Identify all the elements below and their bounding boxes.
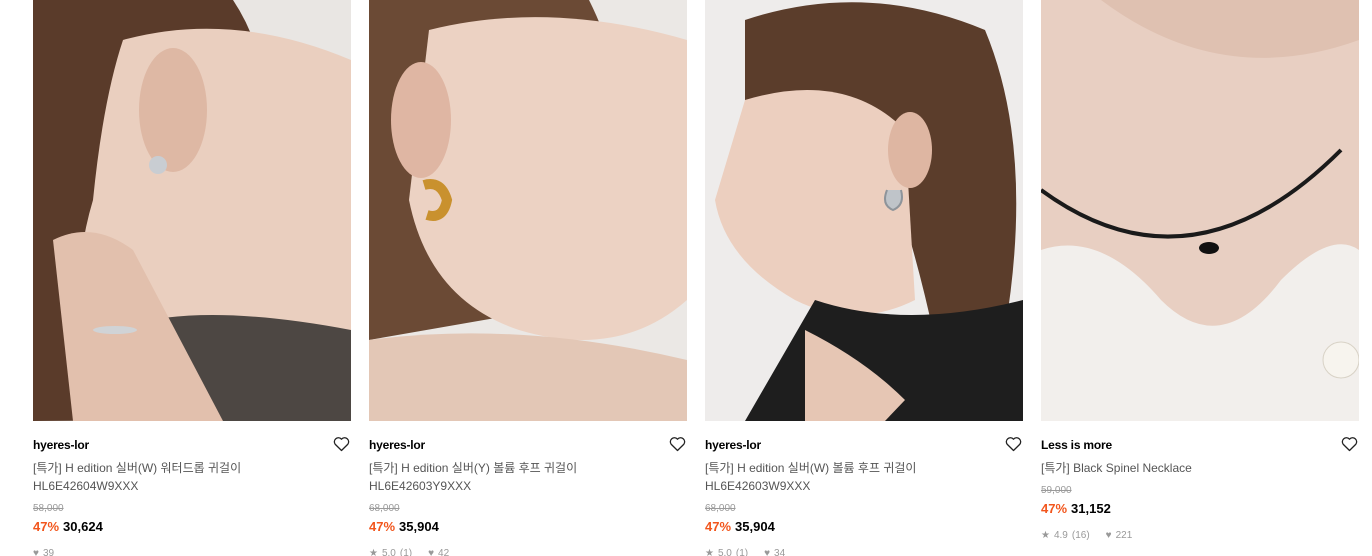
heart-filled-icon: ♥ — [1105, 530, 1112, 541]
heart-icon[interactable] — [1341, 436, 1358, 452]
sale-price-row: 47% 35,904 — [369, 518, 439, 536]
rating-value: 4.9 — [1053, 530, 1068, 541]
heart-icon[interactable] — [669, 436, 686, 452]
star-icon: ★ — [705, 548, 714, 556]
like-count: 42 — [438, 548, 450, 556]
rating-value: 5.0 — [717, 548, 732, 556]
brand-name[interactable]: hyeres-lor — [705, 436, 1023, 454]
product-image[interactable] — [1041, 0, 1359, 421]
product-name[interactable]: [특가] H edition 실버(Y) 볼륨 후프 귀걸이 HL6E42603… — [369, 459, 669, 495]
product-meta: ★ 5.0 (1) ♥ 42 — [369, 548, 449, 556]
heart-icon[interactable] — [333, 436, 350, 452]
original-price: 58,000 — [33, 503, 64, 514]
sale-price-row: 47% 35,904 — [705, 518, 775, 536]
original-price: 68,000 — [369, 503, 400, 514]
review-count: (1) — [735, 548, 749, 556]
product-card[interactable]: hyeres-lor [특가] H edition 실버(W) 워터드롭 귀걸이… — [33, 0, 351, 556]
product-meta: ♥ 39 — [33, 548, 54, 556]
sale-price-row: 47% 30,624 — [33, 518, 103, 536]
product-grid: hyeres-lor [특가] H edition 실버(W) 워터드롭 귀걸이… — [33, 0, 1359, 556]
like-count: 221 — [1115, 530, 1133, 541]
product-image[interactable] — [705, 0, 1023, 421]
brand-name[interactable]: Less is more — [1041, 436, 1359, 454]
discount-rate: 47% — [369, 519, 396, 534]
brand-name[interactable]: hyeres-lor — [33, 436, 351, 454]
sale-price: 35,904 — [399, 519, 439, 534]
product-name[interactable]: [특가] H edition 실버(W) 워터드롭 귀걸이 HL6E42604W… — [33, 459, 333, 495]
star-icon: ★ — [369, 548, 378, 556]
brand-name[interactable]: hyeres-lor — [369, 436, 687, 454]
heart-filled-icon: ♥ — [428, 548, 435, 556]
product-meta: ★ 5.0 (1) ♥ 34 — [705, 548, 785, 556]
star-icon: ★ — [1041, 530, 1050, 541]
heart-icon[interactable] — [1005, 436, 1022, 452]
product-meta: ★ 4.9 (16) ♥ 221 — [1041, 530, 1132, 542]
review-count: (16) — [1071, 530, 1090, 541]
heart-filled-icon: ♥ — [764, 548, 771, 556]
product-card[interactable]: Less is more [특가] Black Spinel Necklace … — [1041, 0, 1359, 556]
product-image[interactable] — [369, 0, 687, 421]
product-card[interactable]: hyeres-lor [특가] H edition 실버(W) 볼륨 후프 귀걸… — [705, 0, 1023, 556]
product-image[interactable] — [33, 0, 351, 421]
like-count: 39 — [42, 548, 55, 556]
original-price: 59,000 — [1041, 485, 1072, 496]
review-count: (1) — [399, 548, 413, 556]
heart-filled-icon: ♥ — [33, 548, 39, 556]
sale-price-row: 47% 31,152 — [1041, 500, 1111, 518]
product-name[interactable]: [특가] Black Spinel Necklace — [1041, 459, 1341, 477]
sale-price: 31,152 — [1071, 501, 1111, 516]
discount-rate: 47% — [1041, 501, 1068, 516]
product-name[interactable]: [특가] H edition 실버(W) 볼륨 후프 귀걸이 HL6E42603… — [705, 459, 1005, 495]
sale-price: 35,904 — [735, 519, 775, 534]
discount-rate: 47% — [705, 519, 732, 534]
sale-price: 30,624 — [63, 519, 103, 534]
product-card[interactable]: hyeres-lor [특가] H edition 실버(Y) 볼륨 후프 귀걸… — [369, 0, 687, 556]
original-price: 68,000 — [705, 503, 736, 514]
rating-value: 5.0 — [381, 548, 396, 556]
like-count: 34 — [774, 548, 786, 556]
discount-rate: 47% — [33, 519, 60, 534]
